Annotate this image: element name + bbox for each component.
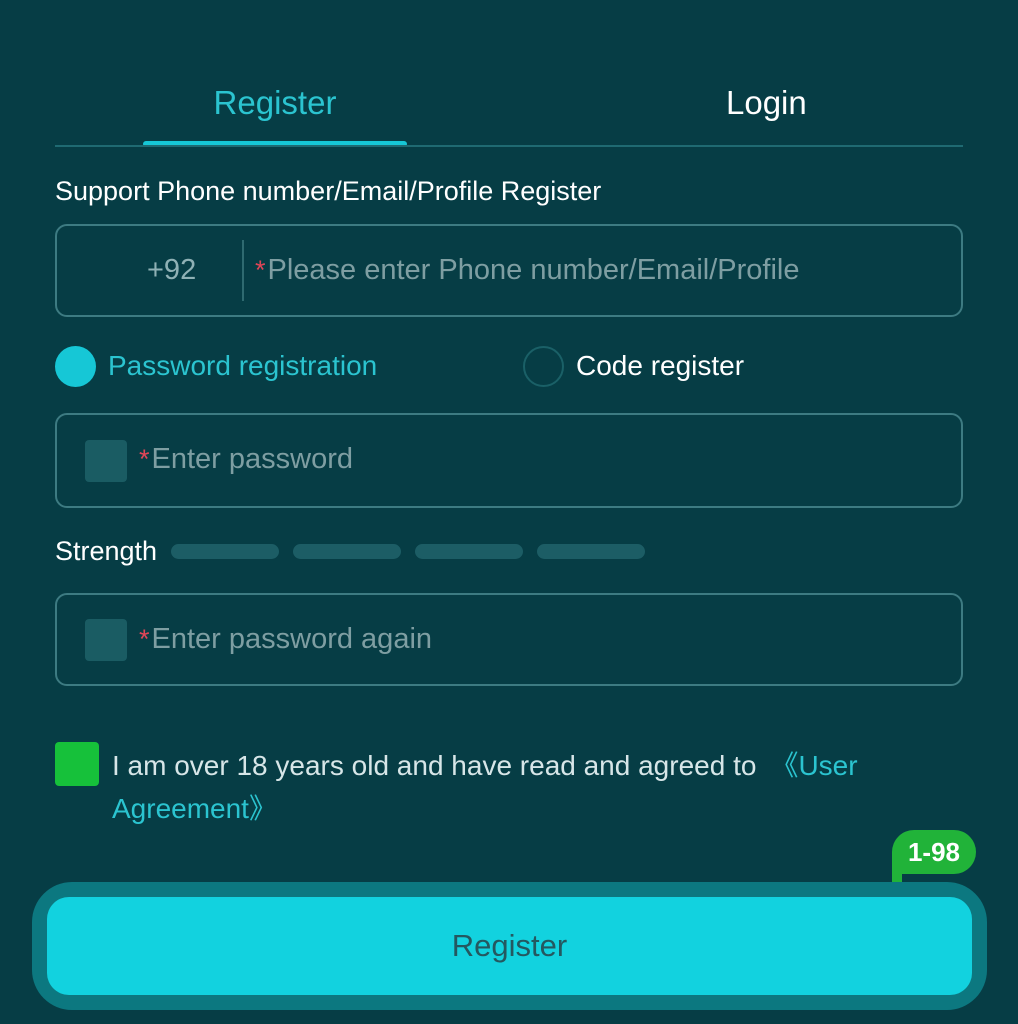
strength-bar — [171, 543, 280, 559]
tab-register-label: Register — [213, 84, 337, 121]
phone-input-wrap: * — [255, 226, 908, 315]
agreement-checkbox[interactable] — [55, 742, 99, 786]
auth-tabs: Register Login — [55, 60, 963, 148]
radio-code-register[interactable]: Code register — [523, 345, 744, 387]
radio-code-label: Code register — [576, 350, 745, 381]
password-input[interactable] — [151, 443, 792, 476]
password-again-input-wrap: * — [139, 595, 792, 684]
strength-bar — [293, 543, 402, 559]
password-again-input[interactable] — [151, 623, 792, 656]
password-input-wrap: * — [139, 415, 792, 504]
strength-label: Strength — [55, 535, 158, 566]
strength-bar — [537, 543, 646, 559]
agreement-text: I am over 18 years old and have read and… — [112, 744, 912, 830]
password-again-field: * — [55, 593, 963, 686]
lock-icon — [85, 440, 127, 482]
register-button-frame: Register — [32, 882, 987, 1010]
tab-login[interactable]: Login — [575, 60, 963, 146]
support-label: Support Phone number/Email/Profile Regis… — [55, 176, 602, 206]
strength-bar — [415, 543, 524, 559]
required-mark: * — [255, 255, 266, 285]
tab-login-label: Login — [726, 84, 807, 121]
radio-password-label: Password registration — [108, 350, 378, 381]
required-mark: * — [139, 444, 150, 474]
country-code-selector[interactable]: +92 — [147, 226, 196, 315]
radio-password-registration[interactable]: Password registration — [55, 345, 377, 387]
phone-field: +92 * — [55, 224, 963, 317]
password-strength: Strength — [55, 532, 659, 570]
phone-input[interactable] — [267, 254, 908, 287]
lock-icon — [85, 619, 127, 661]
country-code-divider — [242, 240, 244, 301]
password-field: * — [55, 413, 963, 508]
register-page: Register Login Support Phone number/Emai… — [0, 0, 1018, 1024]
agreement-statement: I am over 18 years old and have read and… — [112, 750, 757, 781]
tab-register[interactable]: Register — [143, 60, 407, 146]
register-button[interactable]: Register — [47, 897, 972, 995]
radio-unselected-icon — [523, 345, 564, 387]
radio-selected-icon — [55, 345, 96, 387]
tabs-divider — [55, 145, 963, 147]
age-badge: 1-98 — [892, 830, 976, 874]
registration-method: Password registration Code register — [55, 345, 963, 387]
required-mark: * — [139, 624, 150, 654]
